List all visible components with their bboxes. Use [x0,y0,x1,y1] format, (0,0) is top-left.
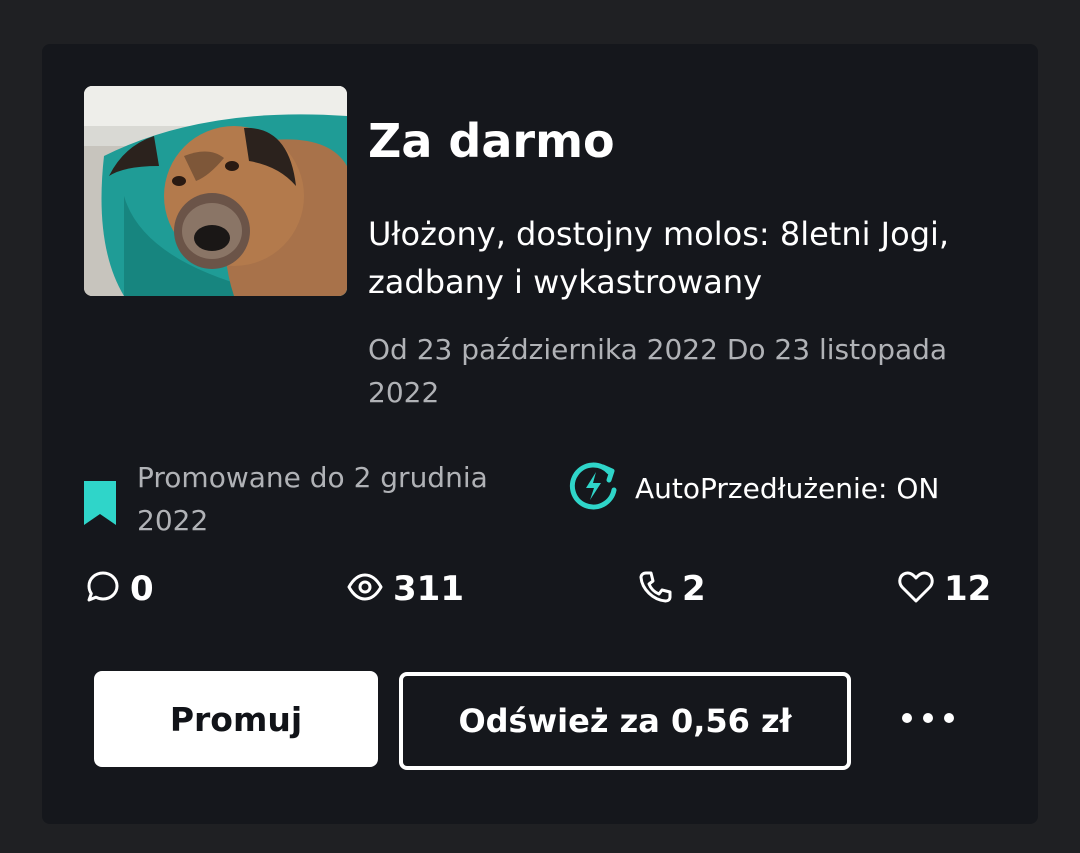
listing-title[interactable]: Ułożony, dostojny molos: 8letni Jogi, za… [368,210,968,306]
price: Za darmo [368,114,615,168]
messages-stat[interactable]: 0 [86,566,154,612]
calls-count: 2 [682,569,706,609]
eye-icon [347,573,383,605]
messages-count: 0 [130,569,154,609]
auto-renew-text: AutoPrzedłużenie: ON [635,471,940,505]
listing-dates: Od 23 października 2022 Do 23 listopada … [368,333,948,409]
refresh-button[interactable]: Odśwież za 0,56 zł [399,672,851,770]
auto-renew-status[interactable]: AutoPrzedłużenie: ON [565,458,939,518]
calls-stat: 2 [638,566,706,612]
views-count: 311 [393,569,464,609]
promotion-text: Promowane do 2 grudnia 2022 [137,461,488,537]
favorites-stat: 12 [898,566,991,612]
favorites-count: 12 [944,569,992,609]
more-icon[interactable] [898,698,958,738]
dog-photo [84,86,347,296]
listing-card: Za darmo Ułożony, dostojny molos: 8letni… [42,44,1038,824]
promote-button[interactable]: Promuj [94,671,378,767]
heart-icon [898,571,934,607]
views-stat: 311 [347,566,464,612]
phone-icon [638,570,672,608]
chat-bubble-icon [86,570,120,608]
listing-thumbnail[interactable] [84,86,347,296]
auto-renew-icon [565,458,621,518]
bookmark-icon [84,481,116,529]
